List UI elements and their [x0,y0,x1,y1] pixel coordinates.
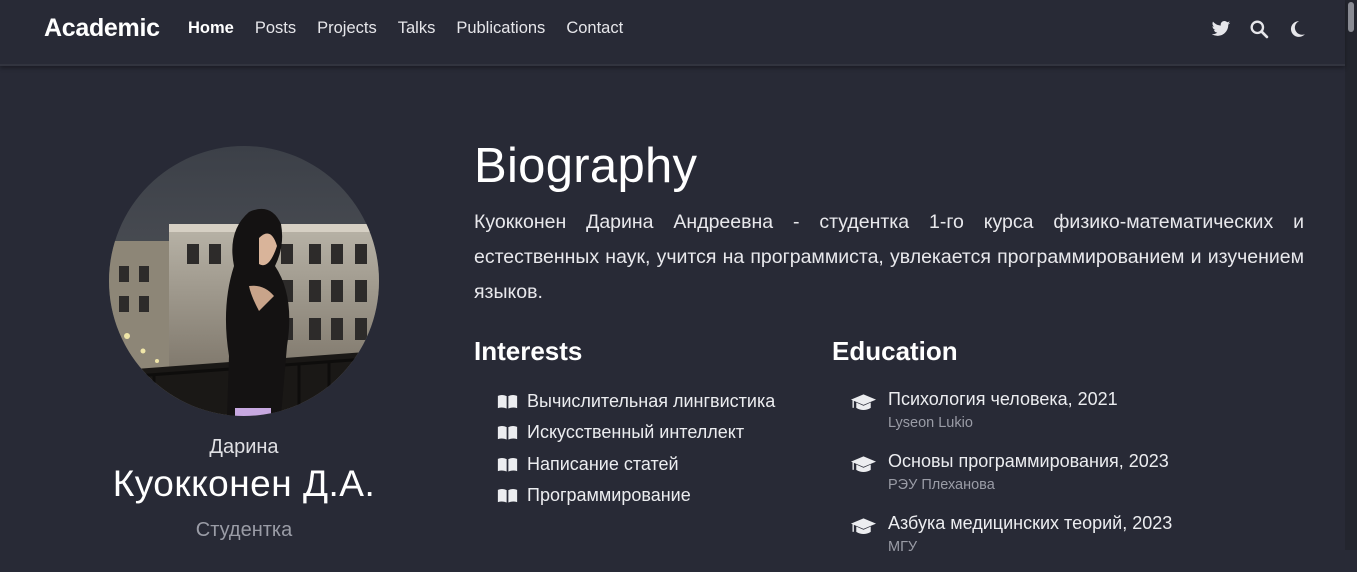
top-navbar: Academic Home Posts Projects Talks Publi… [0,0,1345,66]
list-item: Написание статей [497,449,775,480]
page-scrollbar[interactable] [1345,0,1357,550]
list-item: Основы программирования, 2023 РЭУ Плехан… [850,448,1172,510]
education-title: Education [832,336,958,366]
interest-label: Программирование [527,485,691,506]
profile-role: Студентка [195,519,293,541]
interests-list: Вычислительная лингвистика Искусственный… [497,386,775,511]
avatar [109,146,379,416]
nav-icons [1211,19,1307,39]
nav-link-contact[interactable]: Contact [566,19,623,38]
nav-link-talks[interactable]: Talks [398,19,436,38]
search-icon[interactable] [1249,19,1269,39]
site-brand[interactable]: Academic [44,14,160,43]
graduation-cap-icon [850,456,877,472]
list-item: Психология человека, 2021 Lyseon Lukio [850,386,1172,448]
moon-icon[interactable] [1287,19,1307,39]
graduation-cap-icon [850,518,877,534]
list-item: Программирование [497,480,775,511]
nav-link-home[interactable]: Home [188,19,234,38]
education-institution: РЭУ Плеханова [888,477,995,493]
book-icon [497,489,518,503]
nav-link-publications[interactable]: Publications [456,19,545,38]
twitter-icon[interactable] [1211,19,1231,39]
list-item: Азбука медицинских теорий, 2023 МГУ [850,510,1172,572]
nav-links: Home Posts Projects Talks Publications C… [188,19,623,38]
education-course: Основы программирования, 2023 [888,451,1169,471]
book-icon [497,426,518,440]
profile-card: Дарина Куокконен Д.А. Студентка [60,146,428,542]
graduation-cap-icon [850,394,877,410]
education-course: Азбука медицинских теорий, 2023 [888,513,1173,533]
biography-text: Куокконен Дарина Андреевна - студентка 1… [474,211,1304,303]
biography-title: Biography [474,139,698,193]
book-icon [497,395,518,409]
interest-label: Написание статей [527,453,679,474]
education-course: Психология человека, 2021 [888,389,1118,409]
nav-link-posts[interactable]: Posts [255,19,296,38]
education-list: Психология человека, 2021 Lyseon Lukio О… [850,386,1172,572]
scrollbar-thumb[interactable] [1348,2,1354,32]
profile-name: Куокконен Д.А. [112,463,376,504]
list-item: Искусственный интеллект [497,417,775,448]
education-institution: МГУ [888,539,918,555]
interest-label: Вычислительная лингвистика [527,391,776,412]
profile-first-name: Дарина [209,436,279,458]
list-item: Вычислительная лингвистика [497,386,775,417]
interest-label: Искусственный интеллект [527,422,745,443]
book-icon [497,457,518,472]
education-institution: Lyseon Lukio [888,415,973,431]
nav-link-projects[interactable]: Projects [317,19,377,38]
interests-title: Interests [474,336,583,366]
